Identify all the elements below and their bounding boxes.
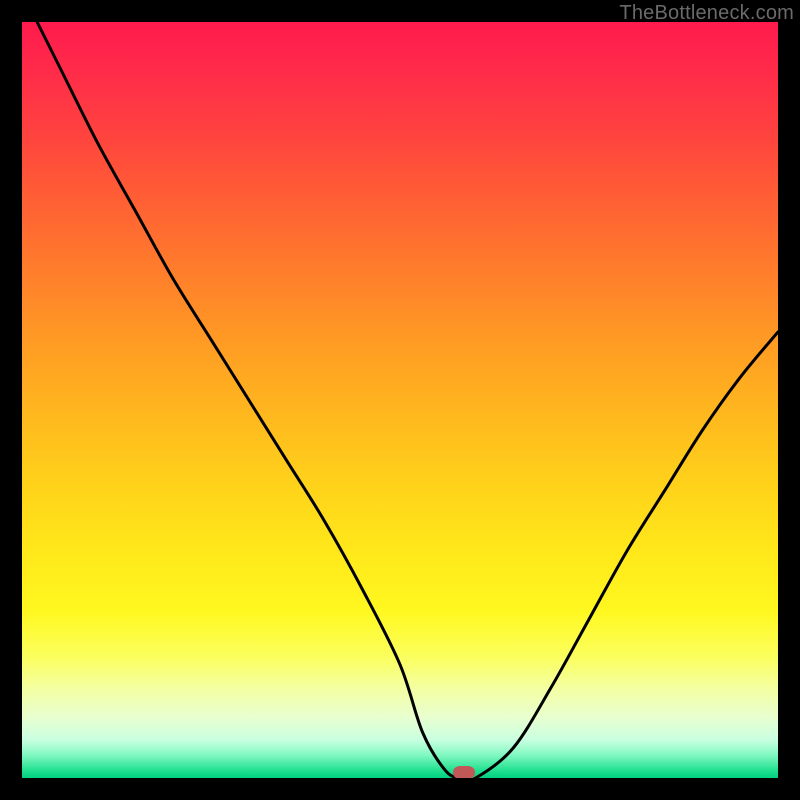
optimal-point-marker [453, 766, 475, 778]
chart-frame: TheBottleneck.com [0, 0, 800, 800]
plot-area [22, 22, 778, 778]
bottleneck-curve [22, 22, 778, 778]
watermark-text: TheBottleneck.com [619, 2, 794, 25]
